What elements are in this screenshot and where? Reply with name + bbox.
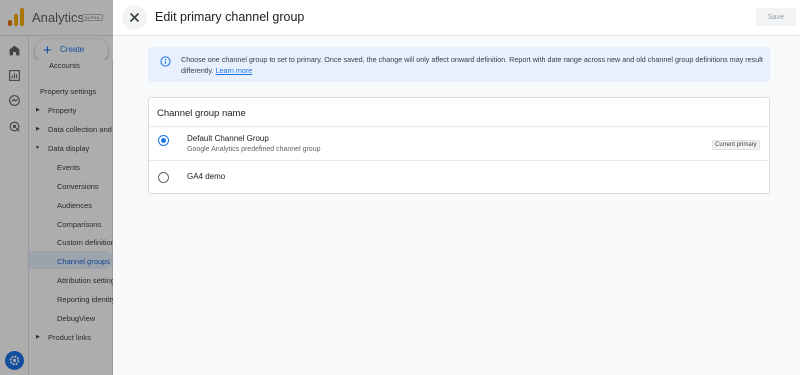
current-primary-badge: Current primary <box>712 140 760 150</box>
close-button[interactable] <box>122 5 147 30</box>
radio-default-channel-group[interactable] <box>158 135 169 146</box>
info-banner: Choose one channel group to set to prima… <box>148 47 770 82</box>
option-description: Google Analytics predefined channel grou… <box>187 146 321 153</box>
close-icon <box>129 12 140 23</box>
learn-more-link[interactable]: Learn more <box>216 66 253 75</box>
option-name: GA4 demo <box>187 172 226 181</box>
edit-primary-channel-group-panel: Edit primary channel group Save Choose o… <box>113 0 800 375</box>
card-header: Channel group name <box>149 98 769 127</box>
save-button[interactable]: Save <box>756 8 796 26</box>
panel-header: Edit primary channel group Save <box>113 0 800 36</box>
channel-group-card: Channel group name Default Channel Group… <box>148 97 770 194</box>
panel-body: Choose one channel group to set to prima… <box>113 36 800 375</box>
info-message: Choose one channel group to set to prima… <box>181 55 763 75</box>
option-row-default-channel-group[interactable]: Default Channel Group Google Analytics p… <box>149 128 769 161</box>
panel-title: Edit primary channel group <box>155 10 305 24</box>
info-icon <box>160 56 171 67</box>
radio-ga4-demo[interactable] <box>158 172 169 183</box>
option-name: Default Channel Group <box>187 134 269 143</box>
card-title: Channel group name <box>157 108 246 119</box>
info-text-block: Choose one channel group to set to prima… <box>181 54 765 76</box>
option-row-ga4-demo[interactable]: GA4 demo <box>149 162 769 195</box>
